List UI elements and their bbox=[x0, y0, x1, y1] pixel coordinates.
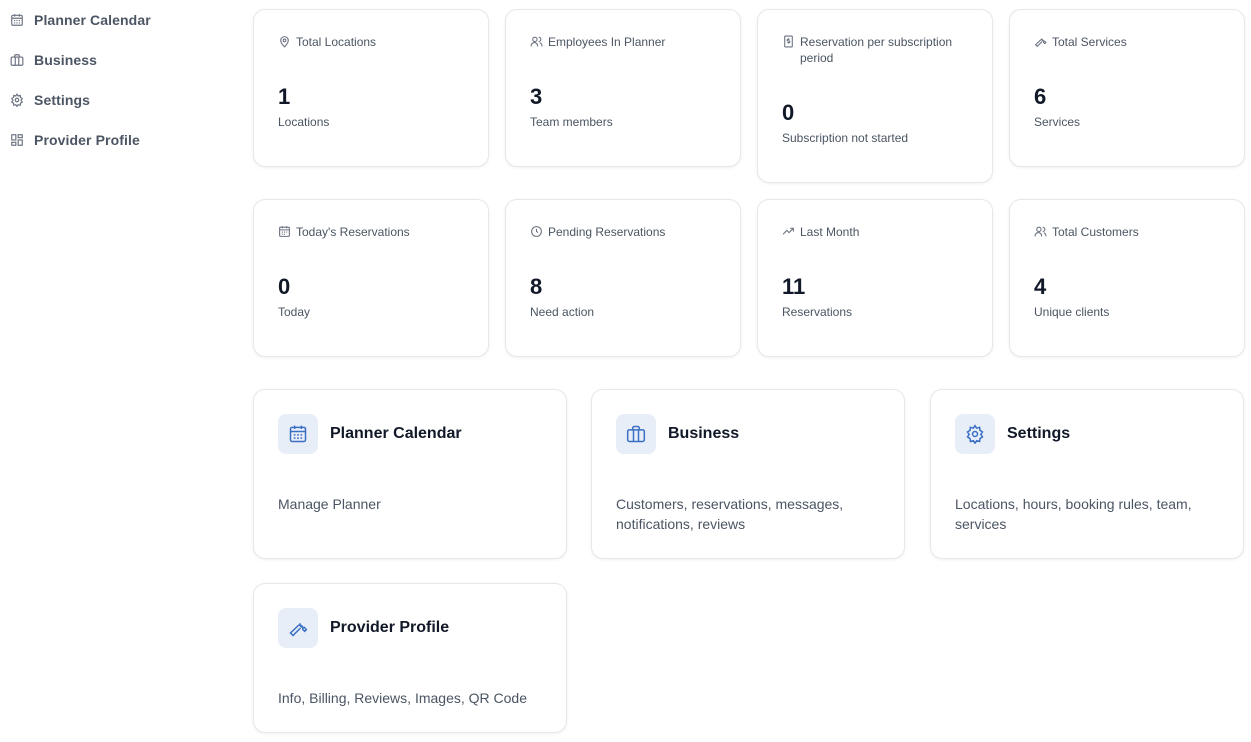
stat-title: Employees In Planner bbox=[548, 35, 666, 49]
stat-subtitle: Locations bbox=[278, 115, 330, 129]
stat-value: 0 bbox=[782, 100, 795, 125]
nav-card-planner-calendar[interactable]: Planner Calendar Manage Planner bbox=[253, 389, 567, 559]
stat-subtitle: Team members bbox=[530, 115, 613, 129]
sidebar-item-label: Settings bbox=[34, 92, 91, 108]
stat-subtitle: Services bbox=[1034, 115, 1081, 129]
stat-title: Today's Reservations bbox=[296, 225, 410, 239]
gear-icon bbox=[10, 93, 24, 107]
stat-card-todays-reservations: Today's Reservations 0 Today bbox=[253, 199, 489, 357]
stat-card-total-customers: Total Customers 4 Unique clients bbox=[1009, 199, 1245, 357]
stat-subtitle: Reservations bbox=[782, 305, 853, 319]
stat-value: 8 bbox=[530, 274, 543, 299]
sidebar-item-planner-calendar[interactable]: Planner Calendar bbox=[10, 8, 151, 32]
stat-card-total-locations: Total Locations 1 Locations bbox=[253, 9, 489, 167]
stat-title: Total Locations bbox=[296, 35, 377, 49]
briefcase-icon bbox=[10, 53, 24, 67]
sidebar-item-label: Provider Profile bbox=[34, 132, 140, 148]
stat-card-reservation-per-subscription: Reservation per subscription period 0 Su… bbox=[757, 9, 993, 183]
nav-card-description: Manage Planner bbox=[278, 496, 381, 512]
stat-subtitle: Need action bbox=[530, 305, 595, 319]
nav-card-title: Business bbox=[668, 425, 740, 442]
users-icon bbox=[1034, 225, 1047, 238]
stat-card-last-month: Last Month 11 Reservations bbox=[757, 199, 993, 357]
stat-value: 4 bbox=[1034, 274, 1047, 299]
stat-title: Total Services bbox=[1052, 35, 1127, 49]
nav-card-settings[interactable]: Settings Locations, hours, booking rules… bbox=[930, 389, 1244, 559]
stat-title: Reservation per subscription period bbox=[800, 35, 953, 65]
stat-title: Total Customers bbox=[1052, 225, 1139, 239]
gear-icon bbox=[955, 414, 995, 454]
sidebar-item-business[interactable]: Business bbox=[10, 48, 97, 72]
stat-value: 11 bbox=[782, 274, 806, 299]
stat-card-employees: Employees In Planner 3 Team members bbox=[505, 9, 741, 167]
sidebar-item-provider-profile[interactable]: Provider Profile bbox=[10, 128, 140, 152]
nav-card-description: Info, Billing, Reviews, Images, QR Code bbox=[278, 690, 527, 706]
sidebar-item-label: Planner Calendar bbox=[34, 12, 151, 28]
nav-card-title: Planner Calendar bbox=[330, 425, 462, 442]
briefcase-icon bbox=[616, 414, 656, 454]
stat-subtitle: Today bbox=[278, 305, 311, 319]
stat-title: Pending Reservations bbox=[548, 225, 666, 239]
nav-card-provider-profile[interactable]: Provider Profile Info, Billing, Reviews,… bbox=[253, 583, 567, 733]
calendar-icon bbox=[278, 414, 318, 454]
nav-card-description: Customers, reservations, messages, notif… bbox=[616, 496, 844, 532]
calendar-icon bbox=[278, 225, 291, 238]
stat-value: 3 bbox=[530, 84, 543, 109]
sidebar-item-label: Business bbox=[34, 52, 98, 68]
dashboard-icon bbox=[10, 133, 24, 147]
stat-subtitle: Subscription not started bbox=[782, 131, 909, 145]
users-icon bbox=[530, 35, 543, 48]
clock-icon bbox=[530, 225, 543, 238]
nav-card-title: Settings bbox=[1007, 425, 1071, 442]
stat-value: 0 bbox=[278, 274, 291, 299]
stat-value: 6 bbox=[1034, 84, 1047, 109]
nav-card-description: Locations, hours, booking rules, team, s… bbox=[955, 496, 1192, 532]
stat-title: Last Month bbox=[800, 225, 860, 239]
stat-subtitle: Unique clients bbox=[1034, 305, 1110, 319]
nav-card-title: Provider Profile bbox=[330, 619, 450, 636]
sidebar-item-settings[interactable]: Settings bbox=[10, 88, 90, 112]
trending-up-icon bbox=[782, 225, 795, 238]
stat-card-total-services: Total Services 6 Services bbox=[1009, 9, 1245, 167]
wrench-icon bbox=[278, 608, 318, 648]
calendar-icon bbox=[10, 13, 24, 27]
receipt-icon bbox=[782, 35, 795, 48]
stat-value: 1 bbox=[278, 84, 291, 109]
nav-card-business[interactable]: Business Customers, reservations, messag… bbox=[591, 389, 905, 559]
map-pin-icon bbox=[278, 35, 291, 48]
stat-card-pending-reservations: Pending Reservations 8 Need action bbox=[505, 199, 741, 357]
wrench-icon bbox=[1034, 35, 1047, 48]
